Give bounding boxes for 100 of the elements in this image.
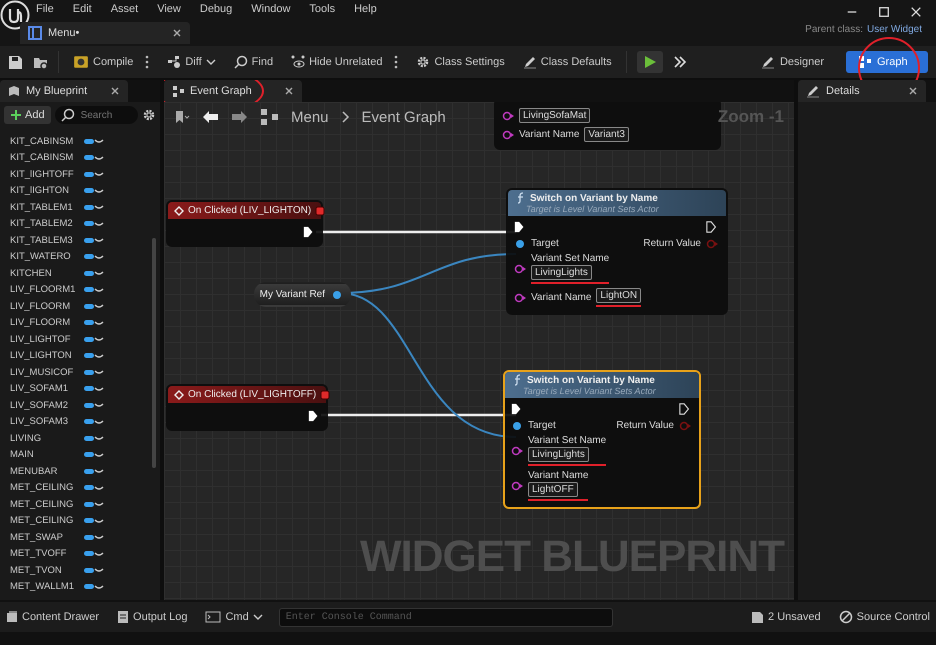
variable-item[interactable]: MENUBAR xyxy=(10,466,84,477)
panel-tab[interactable]: My Blueprint xyxy=(0,80,128,102)
menu-item[interactable]: Edit xyxy=(72,3,92,15)
breadcrumb-link[interactable]: Menu xyxy=(291,108,329,126)
play-button[interactable] xyxy=(636,51,663,73)
type-pill-icon xyxy=(84,221,94,226)
variable-item[interactable]: KIT_CABINSM xyxy=(10,152,84,164)
node-title: My Variant Ref xyxy=(260,289,325,300)
function-node[interactable]: Switch on Variant by Name Target is Level Variant Sets Actor Target Return Value Variant Set Name LivingLights Variant Name LightOFF xyxy=(503,370,701,509)
variable-item[interactable]: MET_CEILING xyxy=(10,482,84,494)
exec-pin-icon xyxy=(303,225,315,239)
forward-arrow-icon xyxy=(231,110,248,124)
variable-item[interactable]: LIV_SOFAM3 xyxy=(10,416,84,428)
variable-item[interactable]: MET_TVON xyxy=(10,564,84,576)
event-node[interactable]: On Clicked (LIV_LIGHTON) xyxy=(166,200,323,247)
menu-item[interactable]: Window xyxy=(251,3,290,15)
breadcrumb-link[interactable]: Event Graph xyxy=(362,108,446,126)
type-pill-icon xyxy=(84,436,94,441)
function-node[interactable]: Switch on Variant by Name Target is Level Variant Sets Actor Target Return Value Variant Set Name LivingLights Variant Name LightON xyxy=(506,188,728,315)
name-field[interactable]: Variant3 xyxy=(584,127,629,142)
variable-item[interactable]: KIT_WATERO xyxy=(10,251,84,262)
parent-class-link[interactable]: User Widget xyxy=(866,24,922,35)
menu-item[interactable]: View xyxy=(157,3,181,15)
variable-node[interactable]: My Variant Ref xyxy=(254,282,351,307)
variable-item[interactable]: KIT_TABLEM2 xyxy=(10,218,84,230)
variable-item[interactable]: LIV_MUSICOF xyxy=(10,366,84,378)
more-icon xyxy=(394,55,398,69)
menu-item[interactable]: File xyxy=(36,3,54,15)
panel-tab[interactable]: Details xyxy=(798,80,926,102)
event-node[interactable]: On Clicked (LIV_LIGHTOFF) xyxy=(166,384,328,431)
toolbar-button[interactable]: Compile xyxy=(69,51,154,73)
variable-item[interactable]: LIVING xyxy=(10,432,84,444)
pin-label: Target xyxy=(531,238,559,249)
menu-item[interactable]: Tools xyxy=(309,3,336,15)
variable-item[interactable]: KIT_TABLEM1 xyxy=(10,202,84,213)
scrollbar[interactable] xyxy=(152,238,156,468)
pencil-icon xyxy=(522,55,537,69)
close-icon xyxy=(172,28,182,38)
panel-tab[interactable]: Event Graph xyxy=(164,80,302,102)
pencil-icon xyxy=(806,84,820,98)
variable-item[interactable]: LIV_LIGHTON xyxy=(10,350,84,362)
console-field[interactable]: Enter Console Command xyxy=(278,608,613,626)
type-pill-icon xyxy=(84,254,94,260)
variable-item[interactable]: KITCHEN xyxy=(10,268,84,279)
variable-item[interactable]: KIT_TABLEM3 xyxy=(10,234,84,246)
gear-icon xyxy=(416,55,430,69)
menu-item[interactable]: Help xyxy=(354,3,377,15)
type-pill-icon xyxy=(84,172,94,177)
exec-pin-icon xyxy=(511,402,523,416)
toolbar-button[interactable]: Class Defaults xyxy=(518,52,616,72)
variable-item[interactable]: LIV_FLOORM xyxy=(10,300,84,312)
variable-item[interactable]: LIV_SOFAM1 xyxy=(10,383,84,394)
variable-item[interactable]: KIT_lIGHTON xyxy=(10,185,84,196)
name-field[interactable]: LivingSofaMat xyxy=(519,108,590,123)
more-icon xyxy=(145,55,150,69)
variable-item[interactable]: KIT_lIGHTOFF xyxy=(10,168,84,180)
variable-item[interactable]: LIV_LIGHTOF xyxy=(10,334,84,345)
document-tab[interactable]: Menu• xyxy=(20,22,190,44)
search-input[interactable]: Search xyxy=(78,108,133,122)
variable-item[interactable]: LIV_FLOORM1 xyxy=(10,284,84,296)
variable-item[interactable]: MET_SWAP xyxy=(10,532,84,543)
add-button[interactable]: Add xyxy=(4,106,51,124)
toolbar-button[interactable]: Diff xyxy=(163,52,220,72)
return-pin-icon xyxy=(706,238,718,248)
search-icon xyxy=(60,108,75,122)
exec-pin-icon xyxy=(679,402,691,416)
toolbar-button[interactable]: Class Settings xyxy=(412,52,509,72)
mode-button[interactable]: Designer xyxy=(748,51,836,73)
output-log-button[interactable]: Output Log xyxy=(115,608,190,626)
variable-item[interactable]: MET_WALLM1 xyxy=(10,581,84,592)
variable-item[interactable]: KIT_CABINSM xyxy=(10,136,84,147)
name-field[interactable]: LightOFF xyxy=(528,482,578,497)
name-pin-icon xyxy=(511,446,523,456)
cmd-button[interactable]: Cmd xyxy=(203,608,265,626)
delegate-pin-icon xyxy=(320,390,330,400)
menu-item[interactable]: Debug xyxy=(200,3,232,15)
variable-item[interactable]: MET_CEILING xyxy=(10,498,84,510)
graph-canvas[interactable] xyxy=(164,102,794,600)
name-field[interactable]: LightON xyxy=(596,288,642,303)
toolbar-button[interactable]: Find xyxy=(230,52,278,72)
menu-item[interactable]: Asset xyxy=(110,3,138,15)
search-field[interactable]: Search xyxy=(54,106,138,124)
double-chevron-icon xyxy=(672,55,687,69)
unsaved-button[interactable]: 2 Unsaved xyxy=(749,608,823,626)
pin-label: Variant Name xyxy=(528,470,588,481)
name-field[interactable]: LivingLights xyxy=(531,265,592,280)
exec-pin-icon xyxy=(514,220,526,234)
content-drawer-button[interactable]: Content Drawer xyxy=(4,608,102,626)
name-field[interactable]: LivingLights xyxy=(528,447,589,462)
variable-item[interactable]: MET_TVOFF xyxy=(10,548,84,560)
toolbar-button[interactable]: Hide Unrelated xyxy=(287,52,402,72)
variable-item[interactable]: LIV_SOFAM2 xyxy=(10,400,84,411)
mode-button[interactable]: Graph xyxy=(846,51,928,73)
function-icon xyxy=(516,192,525,204)
type-pill-icon xyxy=(84,551,94,556)
variable-item[interactable]: MET_CEILING xyxy=(10,515,84,526)
type-pill-icon xyxy=(84,353,94,358)
variable-item[interactable]: LIV_FLOORM xyxy=(10,317,84,328)
variable-item[interactable]: MAIN xyxy=(10,449,84,460)
source-control-button[interactable]: Source Control xyxy=(836,608,932,626)
